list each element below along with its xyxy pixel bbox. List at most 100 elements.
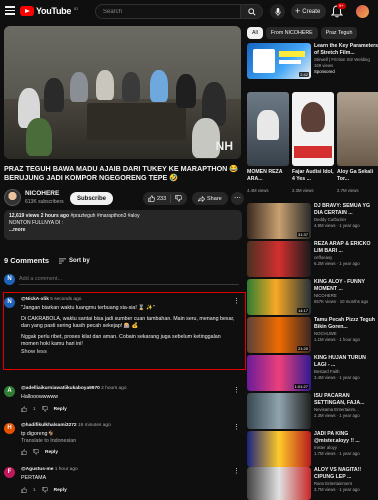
ad-title: Learn the Key Parameters of Stretch Film… [314,43,378,56]
create-button[interactable]: + Create [291,4,327,19]
share-label: Share [207,195,222,202]
comment-avatar[interactable]: F [4,467,15,478]
video-meta: 6.2M views · 1 year ago [314,261,360,266]
thumbs-up-icon[interactable] [21,406,27,412]
ad-thumbnail[interactable]: 2:42 [247,43,311,79]
comment-avatar[interactable]: N [4,297,15,308]
video-person [26,118,52,156]
short-title[interactable]: Aloy Ga Sekali Tor... [337,169,378,182]
video-thumbnail[interactable] [247,431,311,467]
show-more-link[interactable]: ...more [9,227,237,234]
sponsored-ad[interactable]: 2:42 Learn the Key Parameters of Stretch… [247,43,378,79]
menu-icon[interactable] [5,6,15,15]
thumbs-up-icon[interactable] [21,449,27,455]
recommended-video[interactable]: ISU PACARAN SETTINGAN, FAJA... Nevisama E… [247,393,364,429]
comment-line: Di CAKRABOLA, waktu santai bisa jadi sum… [21,316,235,329]
short-title[interactable]: Fajar Audisi Idol, 4 Yes ... [292,169,334,182]
short-title[interactable]: MOMEN REZA ARA... [247,169,289,182]
hashtags[interactable]: #prazteguh #marapthon3 #aloy [70,213,139,219]
comment-item: F @Agustus-me 1 hour ago PERTAMA 1 Reply… [4,467,242,497]
like-count: 233 [157,195,167,202]
chip-related[interactable]: Praz Teguh [320,27,358,39]
search-input[interactable] [95,4,241,19]
like-button[interactable]: 233 [143,194,172,203]
recommended-video[interactable]: ALOY VS NAGITA!! CIPUNG LEP ... Rans Ente… [247,467,361,500]
recommended-video[interactable]: JADI PA KING @mister.aloyy !! ... mister … [247,431,360,467]
comment-menu-icon[interactable]: ⋮ [233,386,240,394]
recommended-video[interactable]: REZA ARAP & ERICKO LIM BARI ... ceffoeasy… [247,241,371,277]
more-actions-button[interactable]: ⋯ [231,192,244,205]
comment-like-count: 1 [33,406,36,412]
comment-text: "Jangan biarkan waktu luangmu terbuang s… [21,305,236,356]
description-box[interactable]: 12,619 views 2 hours ago #prazteguh #mar… [4,210,242,240]
comment-like-count: 1 [33,487,36,493]
video-meta: 1.1M views · 1 hour ago [314,337,360,342]
description-line: NONTON FULLNYA DI : [9,220,63,226]
youtube-logo[interactable]: YouTube ID [20,6,78,16]
reply-button[interactable]: Reply [54,407,67,412]
translate-link[interactable]: Translate to Indonesian [21,438,236,445]
share-icon [198,195,205,202]
comment-item: H @hadifikulkhalsami3272 16 minutes ago … [4,423,242,461]
video-thumbnail[interactable]: 31:37 [247,203,311,239]
comment-author[interactable]: @NickA-xlik [21,297,49,302]
comment-menu-icon[interactable]: ⋮ [233,423,240,431]
microphone-icon [274,7,281,16]
thumbs-down-icon [175,195,183,202]
channel-name[interactable]: NICOHERE [25,190,59,197]
reply-button[interactable]: Reply [45,450,58,455]
comment-avatar[interactable]: A [4,386,15,397]
short-thumbnail[interactable] [247,92,289,166]
video-person [176,74,196,108]
video-thumbnail[interactable] [247,241,311,277]
video-person [96,70,114,100]
chip-from-channel[interactable]: From NICOHERE [265,27,318,39]
video-thumbnail[interactable] [247,393,311,429]
recommended-video[interactable]: 14:17 KING ALOY - FUNNY MOMENT ... NICOHE… [247,279,368,315]
add-comment-input[interactable] [19,276,239,285]
video-thumbnail[interactable]: 14:17 [247,279,311,315]
short-thumbnail[interactable] [337,92,378,166]
subscribe-button[interactable]: Subscribe [70,192,114,205]
video-player[interactable]: NH [4,26,241,159]
video-person [44,78,64,112]
reply-button[interactable]: Reply [54,488,67,493]
channel-avatar[interactable] [4,189,21,206]
thumbs-down-icon[interactable] [42,487,48,493]
like-dislike-group: 233 [143,192,188,205]
comment-item: N @NickA-xlik 5 seconds ago "Jangan biar… [4,297,242,367]
comment-menu-icon[interactable]: ⋮ [233,297,240,305]
thumbs-down-icon[interactable] [33,449,39,455]
comment-avatar[interactable]: H [4,423,15,434]
share-button[interactable]: Share [192,192,228,205]
comment-author[interactable]: @adelliaikurniawatiikukaboya9970 [21,386,100,391]
sort-button[interactable]: Sort by [59,258,90,264]
notification-badge: 9+ [337,3,346,9]
show-less-link[interactable]: Show less [21,349,236,356]
video-meta: 3.7M views · 1 year ago [314,487,360,492]
comment-meta: @hadifikulkhalsami3272 16 minutes ago [21,423,111,428]
short-thumbnail[interactable] [292,92,334,166]
video-thumbnail[interactable]: 1:01:27 [247,355,311,391]
chip-all[interactable]: All [247,27,263,39]
thumbs-up-icon[interactable] [21,487,27,493]
voice-search-button[interactable] [270,4,285,19]
account-avatar[interactable] [356,5,369,18]
comment-text: tp digoreng🐐 Translate to Indonesian [21,431,236,445]
video-meta: 3.4M views · 1 year ago [314,375,360,380]
comment-line: PERTAMA [21,475,47,481]
video-thumbnail[interactable] [247,467,311,500]
dislike-button[interactable] [171,195,187,202]
recommended-video[interactable]: 21:20 Tamu Pecah Pizzz Teguh Bikin Goren… [247,317,375,353]
comment-menu-icon[interactable]: ⋮ [233,467,240,475]
comment-author[interactable]: @hadifikulkhalsami3272 [21,423,77,428]
video-thumbnail[interactable]: 21:20 [247,317,311,353]
video-title-link: JADI PA KING @mister.aloyy !! ... [314,431,360,444]
video-duration: 1:01:27 [293,384,309,389]
recommended-video[interactable]: 1:01:27 KING HUJAN TURUN LAGI - ... Besta… [247,355,366,391]
create-label: Create [302,8,321,15]
search-button[interactable] [241,4,263,19]
comment-author[interactable]: @Agustus-me [21,467,53,472]
recommended-video[interactable]: 31:37 DJ BRAVY: SEMUA YG DIA CERTAIN ...… [247,203,370,239]
thumbs-down-icon[interactable] [42,406,48,412]
